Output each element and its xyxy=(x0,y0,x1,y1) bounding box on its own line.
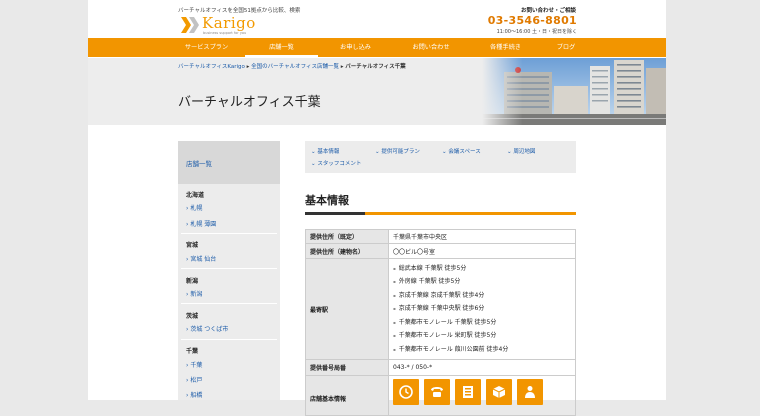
anchor-meeting-space[interactable]: ⌄ 会議スペース xyxy=(442,147,481,155)
sidebar-divider xyxy=(181,303,277,304)
section-title-underline xyxy=(305,212,576,215)
nav-service-plan[interactable]: サービスプラン xyxy=(168,38,245,57)
sidebar-header-label[interactable]: 店舗一覧 xyxy=(186,158,212,168)
nav-apply[interactable]: お申し込み xyxy=(318,38,393,57)
sidebar-divider xyxy=(181,268,277,269)
sidebar-item-funabashi[interactable]: › 船橋 xyxy=(186,390,202,399)
breadcrumb-store-list[interactable]: 全国のバーチャルオフィス店舗一覧 xyxy=(251,64,339,70)
station-item: 外房線 千葉駅 徒歩5分 xyxy=(393,275,571,288)
sidebar-divider xyxy=(181,233,277,234)
table-row: 提供番号局番 043-* / 050-* xyxy=(305,359,576,376)
person-icon xyxy=(517,379,543,405)
address-label: 提供住所（既定） xyxy=(305,229,389,244)
station-label: 最寄駅 xyxy=(305,258,389,360)
page-title: バーチャルオフィス千葉 xyxy=(178,95,321,110)
sidebar-group-ibaraki: 茨城 xyxy=(186,313,199,320)
station-item: 総武本線 千葉駅 徒歩5分 xyxy=(393,262,571,275)
package-icon xyxy=(486,379,512,405)
address-value: 千葉県千葉市中央区 xyxy=(388,229,576,244)
station-item: 千葉都市モノレール 葭川公園前 徒歩4分 xyxy=(393,343,571,356)
logo-text: Karigo xyxy=(202,14,256,32)
station-item: 千葉都市モノレール 栄町駅 徒歩5分 xyxy=(393,329,571,342)
clock-icon xyxy=(393,379,419,405)
station-item: 京成千葉線 千葉中央駅 徒歩6分 xyxy=(393,302,571,315)
hero-city-photo xyxy=(482,58,666,125)
sidebar-item-matsudo[interactable]: › 松戸 xyxy=(186,375,202,384)
breadcrumb-current: バーチャルオフィス千葉 xyxy=(345,64,406,70)
building-value: 〇〇ビル〇号室 xyxy=(388,243,576,259)
main-nav: サービスプラン 店舗一覧 お申し込み お問い合わせ 各種手続き ブログ xyxy=(88,38,666,57)
anchor-staff-comment[interactable]: ⌄ スタッフコメント xyxy=(311,159,361,167)
header-tagline: バーチャルオフィスを全国51拠点から比較、検索 xyxy=(178,8,301,14)
anchor-plans[interactable]: ⌄ 提供可能プラン xyxy=(375,147,420,155)
sidebar-item-sapporo[interactable]: › 札幌 xyxy=(186,203,202,212)
sidebar-item-niigata[interactable]: › 新潟 xyxy=(186,289,202,298)
anchor-basic-info[interactable]: ⌄ 基本情報 xyxy=(311,147,339,155)
nav-contact[interactable]: お問い合わせ xyxy=(393,38,469,57)
station-item: 千葉都市モノレール 千葉駅 徒歩5分 xyxy=(393,316,571,329)
fax-icon xyxy=(455,379,481,405)
sidebar-group-hokkaido: 北海道 xyxy=(186,192,205,199)
sidebar-group-chiba: 千葉 xyxy=(186,348,199,355)
sidebar-group-miyagi: 宮城 xyxy=(186,242,199,249)
breadcrumb: バーチャルオフィスKarigo ▸ 全国のバーチャルオフィス店舗一覧 ▸ バーチ… xyxy=(178,62,406,70)
table-row: 提供住所（既定） 千葉県千葉市中央区 xyxy=(305,229,576,244)
table-row: 最寄駅 総武本線 千葉駅 徒歩5分 外房線 千葉駅 徒歩5分 京成千葉線 京成千… xyxy=(305,258,576,360)
telephone-icon xyxy=(424,379,450,405)
station-list: 総武本線 千葉駅 徒歩5分 外房線 千葉駅 徒歩5分 京成千葉線 京成千葉駅 徒… xyxy=(388,258,576,360)
table-row: 店舗基本情報 xyxy=(305,375,576,416)
building-label: 提供住所（建物名） xyxy=(305,243,389,259)
sidebar-item-ibaraki-tsukuba[interactable]: › 茨城 つくば市 xyxy=(186,324,228,333)
nav-procedures[interactable]: 各種手続き xyxy=(469,38,542,57)
logo-subtitle: business support for you xyxy=(203,31,247,35)
info-table: 提供住所（既定） 千葉県千葉市中央区 提供住所（建物名） 〇〇ビル〇号室 最寄駅… xyxy=(305,229,576,416)
sidebar-item-chiba[interactable]: › 千葉 xyxy=(186,360,202,369)
header-phone[interactable]: 03-3546-8801 xyxy=(488,14,577,27)
table-row: 提供住所（建物名） 〇〇ビル〇号室 xyxy=(305,243,576,259)
nav-store-list[interactable]: 店舗一覧 xyxy=(245,38,318,57)
station-item: 京成千葉線 京成千葉駅 徒歩4分 xyxy=(393,289,571,302)
phone-prefix-label: 提供番号局番 xyxy=(305,359,389,376)
business-hours: 11:00〜16:00 土・日・祝日を除く xyxy=(496,29,577,35)
contact-label: お問い合わせ・ご相談 xyxy=(520,8,576,14)
sidebar-group-niigata: 新潟 xyxy=(186,278,199,285)
anchor-map[interactable]: ⌄ 周辺地図 xyxy=(507,147,535,155)
nav-blog[interactable]: ブログ xyxy=(542,38,590,57)
section-title: 基本情報 xyxy=(305,194,349,207)
sidebar-divider xyxy=(181,339,277,340)
service-icons-cell xyxy=(388,375,576,416)
phone-prefix-value: 043-* / 050-* xyxy=(388,359,576,376)
services-label: 店舗基本情報 xyxy=(305,375,389,416)
sidebar-item-miyagi-sendai[interactable]: › 宮城 仙台 xyxy=(186,254,216,263)
anchor-link-box xyxy=(305,141,576,173)
breadcrumb-home[interactable]: バーチャルオフィスKarigo xyxy=(178,64,245,70)
sidebar-item-sapporo-usuen[interactable]: › 札幌 薄園 xyxy=(186,219,216,228)
